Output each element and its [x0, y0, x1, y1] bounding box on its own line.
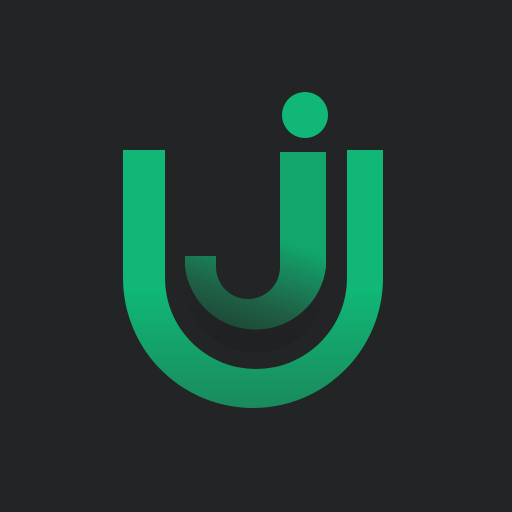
app-icon-canvas	[0, 0, 512, 512]
inner-j-shape	[185, 152, 326, 330]
uj-monogram-icon	[123, 92, 383, 408]
j-dot	[282, 92, 328, 138]
outer-u-shape	[123, 150, 383, 408]
